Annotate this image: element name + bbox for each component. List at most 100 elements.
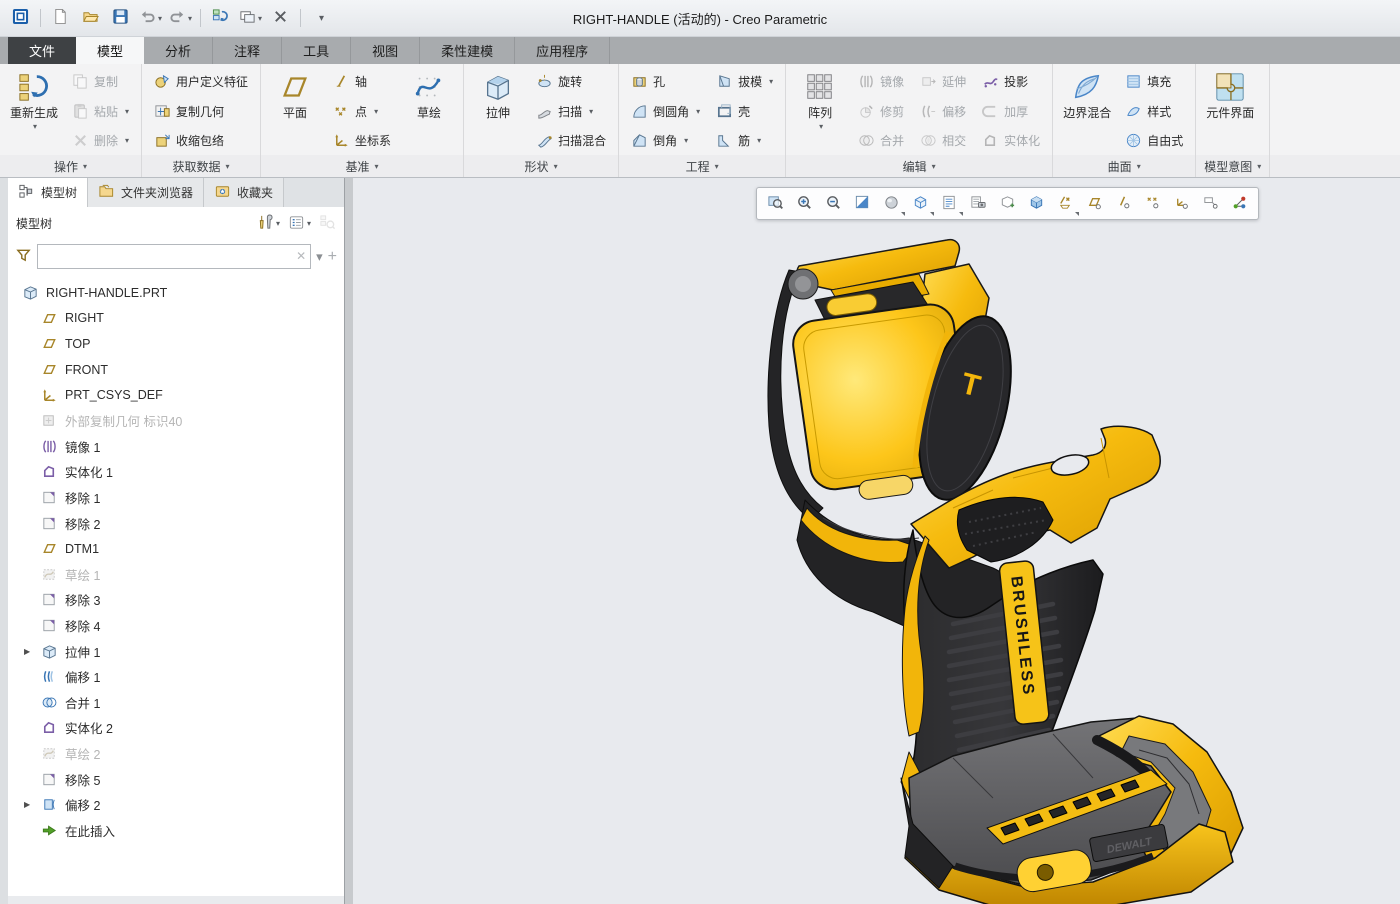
clear-filter-icon[interactable]: ✕	[296, 249, 306, 263]
graphics-area[interactable]: T	[353, 178, 1400, 904]
shapes-group-label[interactable]: 形状▾	[464, 155, 618, 177]
csys-button[interactable]: 坐标系	[328, 127, 396, 154]
copy-button[interactable]: 复制	[67, 68, 134, 95]
datum-display-filters-button[interactable]	[1051, 190, 1080, 217]
add-filter-button[interactable]: +	[328, 248, 337, 266]
tree-item[interactable]: 移除 1	[8, 485, 344, 511]
tree-item[interactable]: 实体化 2	[8, 715, 344, 741]
save-button[interactable]	[106, 5, 135, 32]
saved-orientations-button[interactable]	[906, 190, 935, 217]
extrude-button[interactable]: 拉伸	[469, 67, 527, 155]
plane-button[interactable]: 平面	[266, 67, 324, 155]
undo-button[interactable]: ▾	[136, 5, 165, 32]
tree-tools-button[interactable]: ▾	[257, 214, 280, 234]
get-data-group-label[interactable]: 获取数据▾	[142, 155, 260, 177]
merge-button[interactable]: 合并	[853, 127, 909, 154]
zoom-out-button[interactable]	[819, 190, 848, 217]
tree-item[interactable]: 移除 3	[8, 587, 344, 613]
tab-annotate[interactable]: 注释	[213, 37, 282, 64]
refit-button[interactable]	[761, 190, 790, 217]
revolve-button[interactable]: 旋转	[531, 68, 611, 95]
tree-item[interactable]: TOP	[8, 331, 344, 357]
expand-arrow-icon[interactable]: ▶	[24, 647, 34, 656]
shell-button[interactable]: 壳	[711, 98, 778, 125]
zoom-in-button[interactable]	[790, 190, 819, 217]
tree-item[interactable]: 偏移 1	[8, 664, 344, 690]
fill-button[interactable]: 填充	[1120, 68, 1188, 95]
rib-button[interactable]: 筋▾	[711, 127, 778, 154]
intersect-button[interactable]: 相交	[915, 127, 971, 154]
paste-button[interactable]: 粘贴▾	[67, 98, 134, 125]
chamfer-button[interactable]: 倒角▾	[626, 127, 705, 154]
tab-flexible-modeling[interactable]: 柔性建模	[420, 37, 515, 64]
freestyle-button[interactable]: 自由式	[1120, 127, 1188, 154]
tab-analysis[interactable]: 分析	[144, 37, 213, 64]
tree-item[interactable]: 镜像 1	[8, 434, 344, 460]
csys-display-button[interactable]	[1167, 190, 1196, 217]
point-display-button[interactable]	[1138, 190, 1167, 217]
customize-button[interactable]: ▾	[306, 5, 335, 32]
tree-item[interactable]: 外部复制几何 标识40	[8, 408, 344, 434]
style-button[interactable]: 样式	[1120, 98, 1188, 125]
tree-item[interactable]: 在此插入	[8, 817, 344, 843]
repaint-button[interactable]	[848, 190, 877, 217]
hole-button[interactable]: 孔	[626, 68, 705, 95]
model-viewport[interactable]: T	[353, 178, 1400, 904]
editing-group-label[interactable]: 编辑▾	[786, 155, 1052, 177]
sketch-button[interactable]: 草绘	[400, 67, 458, 155]
display-images-button[interactable]	[964, 190, 993, 217]
tree-item[interactable]: 移除 4	[8, 613, 344, 639]
mirror-button[interactable]: 镜像	[853, 68, 909, 95]
regenerate-button[interactable]: 重新生成▾	[5, 67, 63, 155]
operations-group-label[interactable]: 操作▾	[0, 155, 141, 177]
tree-item[interactable]: 移除 5	[8, 766, 344, 792]
tree-item[interactable]: ▶拉伸 1	[8, 638, 344, 664]
tree-item[interactable]: 移除 2	[8, 510, 344, 536]
tree-item[interactable]: 草绘 1	[8, 562, 344, 588]
tree-settings-button[interactable]: ▾	[288, 214, 311, 234]
delete-button[interactable]: 删除▾	[67, 127, 134, 154]
trim-button[interactable]: 修剪	[853, 98, 909, 125]
tree-item[interactable]: 合并 1	[8, 690, 344, 716]
udf-button[interactable]: 用户定义特征	[149, 68, 253, 95]
tab-tools[interactable]: 工具	[282, 37, 351, 64]
tree-filter-input[interactable]	[37, 244, 311, 269]
annotation-display-button[interactable]	[1196, 190, 1225, 217]
boundary-blend-button[interactable]: 边界混合	[1058, 67, 1116, 155]
round-button[interactable]: 倒圆角▾	[626, 98, 705, 125]
regenerate-button[interactable]	[206, 5, 235, 32]
project-button[interactable]: 投影	[977, 68, 1045, 95]
tab-applications[interactable]: 应用程序	[515, 37, 610, 64]
tree-item[interactable]: FRONT	[8, 357, 344, 383]
tab-model[interactable]: 模型	[76, 37, 144, 64]
axis-button[interactable]: 轴	[328, 68, 396, 95]
tree-item[interactable]: DTM1	[8, 536, 344, 562]
expand-arrow-icon[interactable]: ▶	[24, 800, 34, 809]
swept-blend-button[interactable]: 扫描混合	[531, 127, 611, 154]
capture-button[interactable]	[993, 190, 1022, 217]
redo-button[interactable]: ▾	[166, 5, 195, 32]
engineering-group-label[interactable]: 工程▾	[619, 155, 785, 177]
app-button[interactable]	[6, 5, 35, 32]
tree-item[interactable]: RIGHT-HANDLE.PRT	[8, 280, 344, 306]
tree-item[interactable]: 实体化 1	[8, 459, 344, 485]
tree-item[interactable]: PRT_CSYS_DEF	[8, 382, 344, 408]
extend-button[interactable]: 延伸	[915, 68, 971, 95]
panel-splitter[interactable]	[344, 178, 353, 904]
solidify-button[interactable]: 实体化	[977, 127, 1045, 154]
tree-item[interactable]: ▶偏移 2	[8, 792, 344, 818]
panel-tab-folder-browser[interactable]: 文件夹浏览器	[88, 178, 204, 207]
point-button[interactable]: 点▾	[328, 98, 396, 125]
plane-display-button[interactable]	[1080, 190, 1109, 217]
filter-dropdown-button[interactable]: ▾	[316, 249, 323, 265]
pattern-button[interactable]: 阵列▾	[791, 67, 849, 155]
component-interface-button[interactable]: 元件界面	[1201, 67, 1259, 155]
window-switch-button[interactable]: ▾	[236, 5, 265, 32]
axis-display-button[interactable]	[1109, 190, 1138, 217]
panel-tab-model-tree[interactable]: 模型树	[8, 178, 88, 207]
model-intent-group-label[interactable]: 模型意图▾	[1196, 155, 1269, 177]
shrinkwrap-button[interactable]: 收缩包络	[149, 127, 253, 154]
open-button[interactable]	[76, 5, 105, 32]
close-window-button[interactable]	[266, 5, 295, 32]
copy-geometry-button[interactable]: 复制几何	[149, 98, 253, 125]
